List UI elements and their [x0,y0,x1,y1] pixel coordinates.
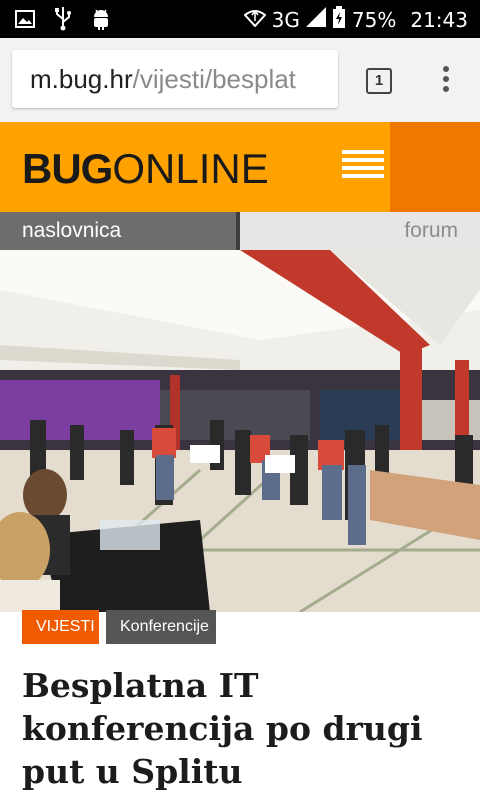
url-bar[interactable]: m.bug.hr/vijesti/besplat [12,50,338,108]
article-title[interactable]: Besplatna IT konferencija po drugi put u… [22,664,462,793]
overflow-menu-icon[interactable] [440,66,452,96]
battery-icon [332,6,346,34]
hamburger-menu-icon[interactable] [342,150,384,184]
browser-toolbar: m.bug.hr/vijesti/besplat 1 [0,38,480,160]
status-bar: 3G 75% 21:43 [0,0,480,38]
url-host: m.bug.hr [30,64,133,94]
android-icon [90,8,112,30]
signal-icon [305,7,326,33]
article-hero-image[interactable] [0,250,480,612]
site-header: BUGONLINE [0,122,480,212]
site-nav: naslovnica forum [0,212,480,250]
nav-home-link[interactable]: naslovnica [0,212,236,250]
battery-percent: 75% [351,8,397,32]
clock: 21:43 [410,8,468,32]
nav-divider [236,212,240,250]
nav-forum-link[interactable]: forum [404,212,458,250]
image-icon [14,8,36,30]
network-type: 3G [271,8,300,32]
site-logo[interactable]: BUGONLINE [22,146,269,192]
menu-button[interactable] [390,122,480,212]
data-sync-icon [243,7,267,33]
url-path: /vijesti/besplat [132,64,296,94]
usb-icon [52,7,74,31]
section-tag[interactable]: VIJESTI [22,610,99,644]
category-tag[interactable]: Konferencije [106,610,216,644]
url-text[interactable]: m.bug.hr/vijesti/besplat [30,64,296,94]
tab-switcher-button[interactable]: 1 [366,68,392,94]
